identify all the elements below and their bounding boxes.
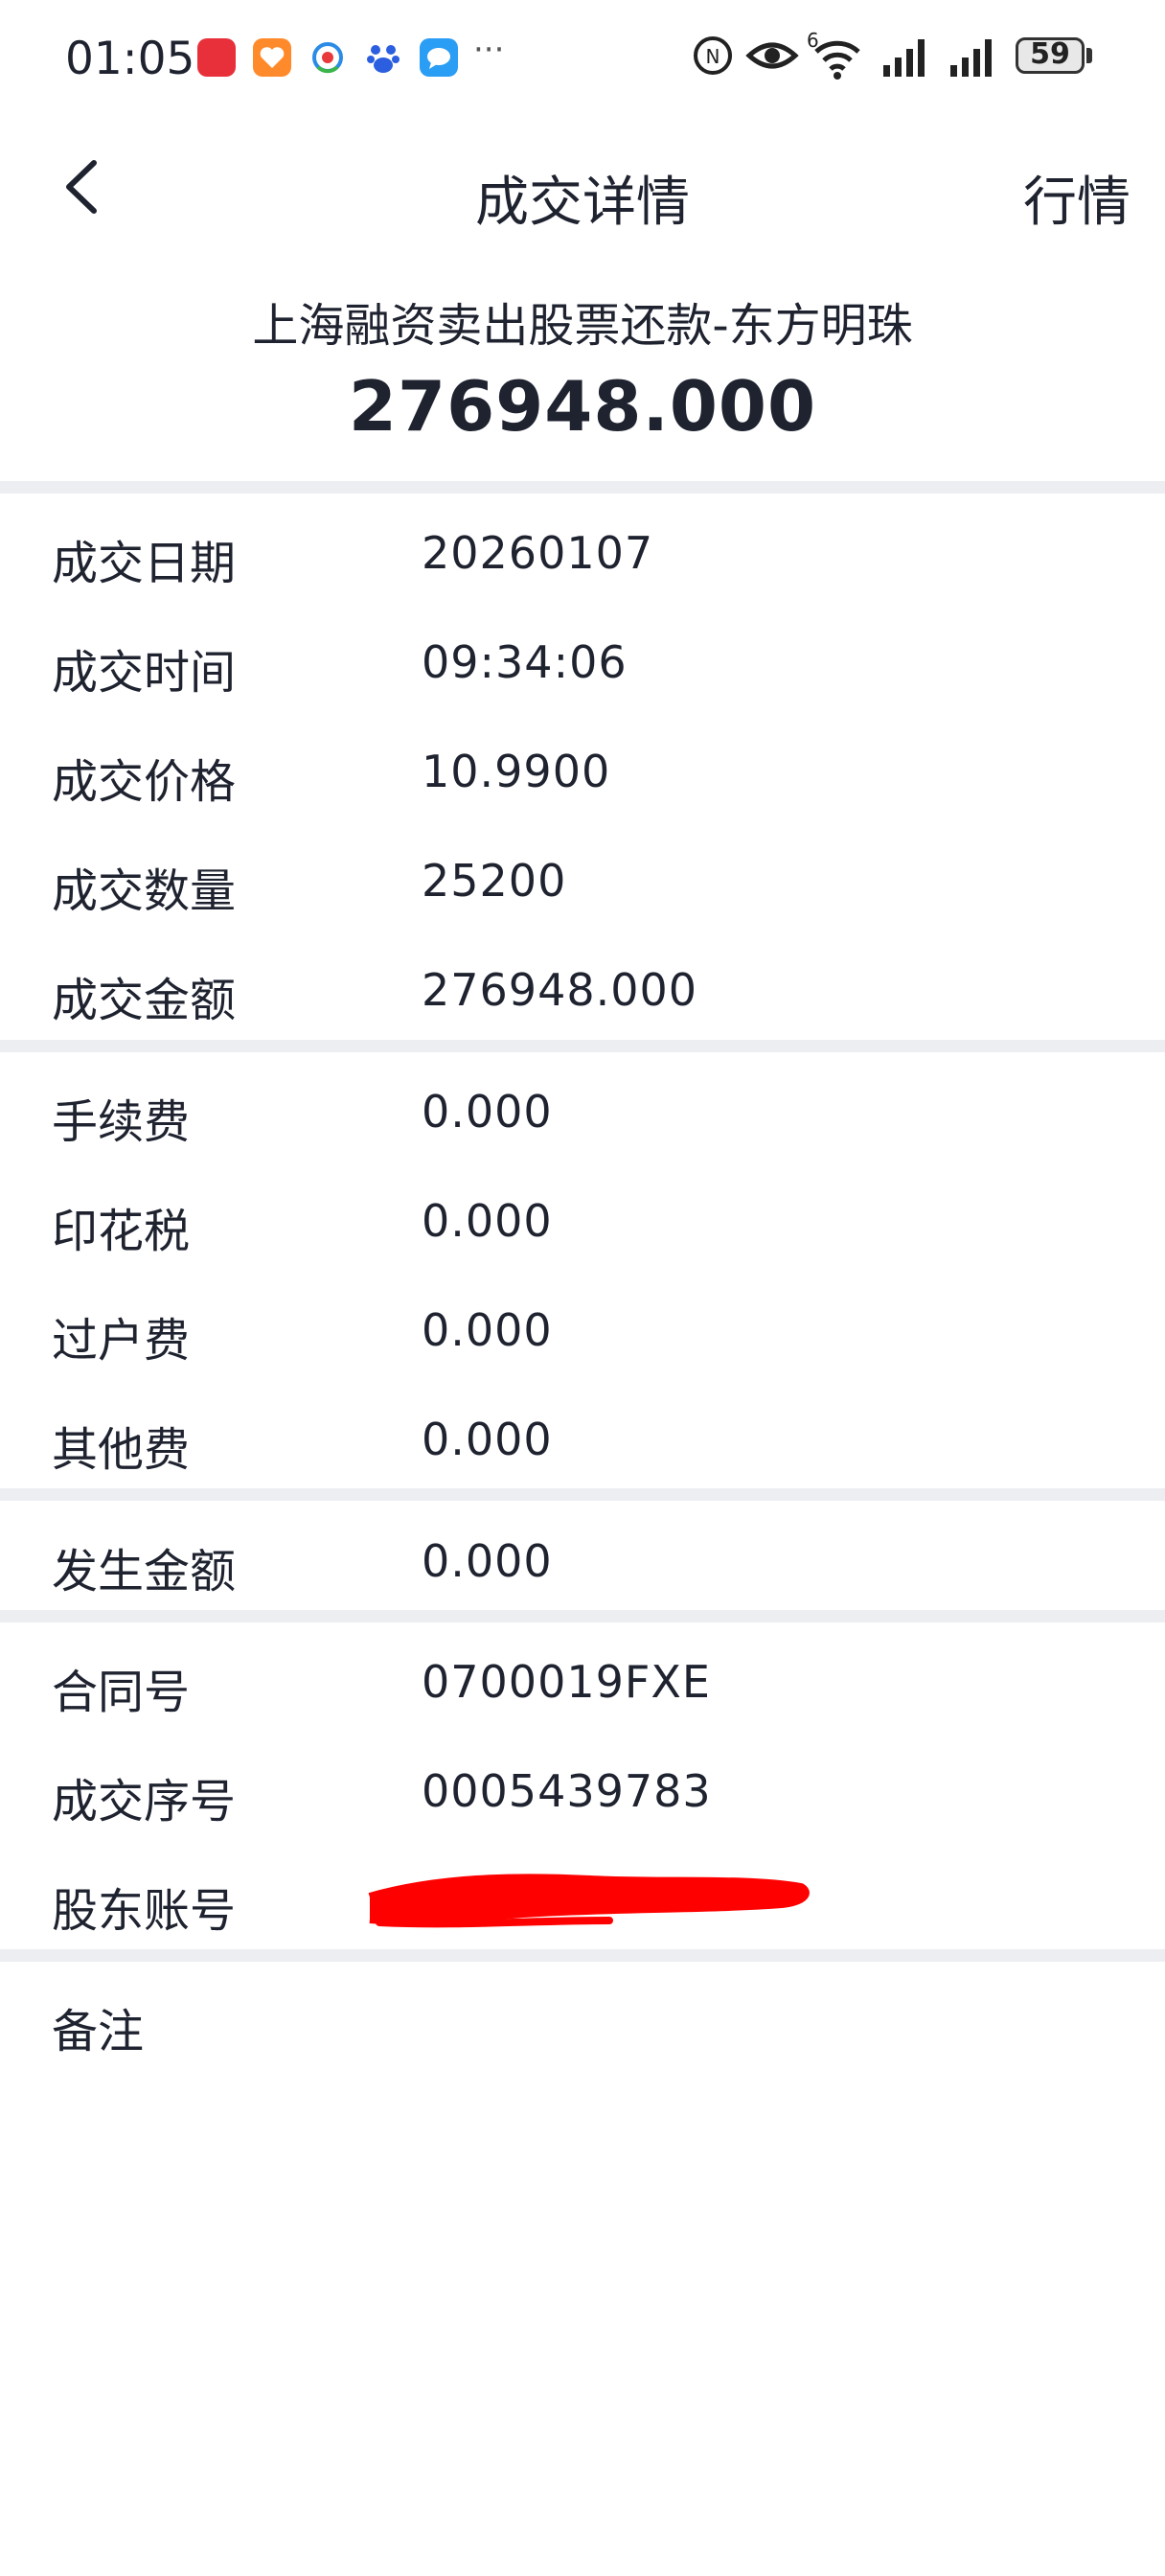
colorful-app-icon [308, 38, 347, 77]
more-dots-icon: ··· [473, 31, 505, 69]
detail-row-other-fee: 其他费 0.000 [0, 1383, 1165, 1492]
row-label: 成交序号 [52, 1775, 237, 1828]
battery-icon: 59 [1016, 37, 1085, 74]
detail-row-trade-price: 成交价格 10.9900 [0, 715, 1165, 824]
row-value: 09:34:06 [422, 636, 628, 688]
detail-row-trade-date: 成交日期 20260107 [0, 496, 1165, 606]
row-value: 0.000 [422, 1086, 553, 1138]
row-label: 成交价格 [52, 755, 237, 809]
row-value: 0700019FXE [422, 1656, 711, 1708]
section-divider [0, 481, 1165, 494]
trade-amount: 276948.000 [348, 366, 817, 447]
signal-icon [950, 39, 992, 77]
detail-row-trade-serial: 成交序号 0005439783 [0, 1735, 1165, 1844]
row-value: 0.000 [422, 1535, 553, 1587]
row-label: 成交时间 [52, 646, 237, 700]
redaction-scribble [368, 1874, 810, 1928]
trade-header: 上海融资卖出股票还款-东方明珠 276948.000 [0, 288, 1165, 479]
huawei-app-icon [197, 38, 236, 77]
detail-row-trade-quantity: 成交数量 25200 [0, 824, 1165, 933]
nav-bar: 成交详情 行情 [0, 125, 1165, 259]
section-divider [0, 1488, 1165, 1501]
wifi-icon [814, 40, 860, 80]
row-label: 印花税 [52, 1205, 191, 1258]
detail-row-remark: 备注 [0, 1965, 1165, 2074]
row-label: 合同号 [52, 1666, 191, 1719]
detail-row-transfer-fee: 过户费 0.000 [0, 1274, 1165, 1383]
row-value: 0005439783 [422, 1765, 712, 1817]
row-value: 276948.000 [422, 964, 698, 1016]
signal-icon [883, 39, 925, 77]
row-value: 0.000 [422, 1304, 553, 1356]
nfc-icon: N [694, 36, 732, 75]
row-label: 发生金额 [52, 1545, 237, 1598]
section-divider [0, 1610, 1165, 1622]
detail-row-contract-no: 合同号 0700019FXE [0, 1625, 1165, 1735]
row-value: 25200 [422, 855, 567, 907]
battery-cap [1086, 48, 1092, 63]
row-label: 成交日期 [52, 537, 237, 590]
page-title: 成交详情 [475, 172, 690, 234]
health-app-icon [253, 38, 291, 77]
row-label: 成交数量 [52, 864, 237, 918]
detail-row-occurred-amount: 发生金额 0.000 [0, 1505, 1165, 1614]
section-divider [0, 1949, 1165, 1962]
battery-level: 59 [1030, 37, 1070, 71]
market-quote-link[interactable]: 行情 [1023, 159, 1131, 237]
row-value: 10.9900 [422, 746, 611, 797]
section-divider [0, 1040, 1165, 1052]
detail-row-trade-time: 成交时间 09:34:06 [0, 606, 1165, 715]
row-label: 备注 [52, 2005, 145, 2058]
status-bar: 01:05 ··· N 6 59 [0, 0, 1165, 115]
svg-text:N: N [706, 45, 720, 68]
detail-row-commission: 手续费 0.000 [0, 1055, 1165, 1164]
status-time: 01:05 [65, 33, 195, 85]
row-label: 股东账号 [52, 1884, 237, 1938]
detail-row-stamp-tax: 印花税 0.000 [0, 1164, 1165, 1274]
row-value: 0.000 [422, 1195, 553, 1247]
baidu-app-icon [364, 38, 402, 77]
row-label: 成交金额 [52, 974, 237, 1027]
detail-row-trade-amount: 成交金额 276948.000 [0, 933, 1165, 1043]
row-label: 手续费 [52, 1095, 191, 1149]
row-value: 20260107 [422, 527, 654, 579]
row-label: 过户费 [52, 1314, 191, 1368]
row-value: 0.000 [422, 1414, 553, 1465]
eye-icon [745, 42, 799, 69]
message-app-icon [420, 38, 458, 77]
trade-name: 上海融资卖出股票还款-东方明珠 [252, 299, 913, 353]
row-label: 其他费 [52, 1423, 191, 1477]
